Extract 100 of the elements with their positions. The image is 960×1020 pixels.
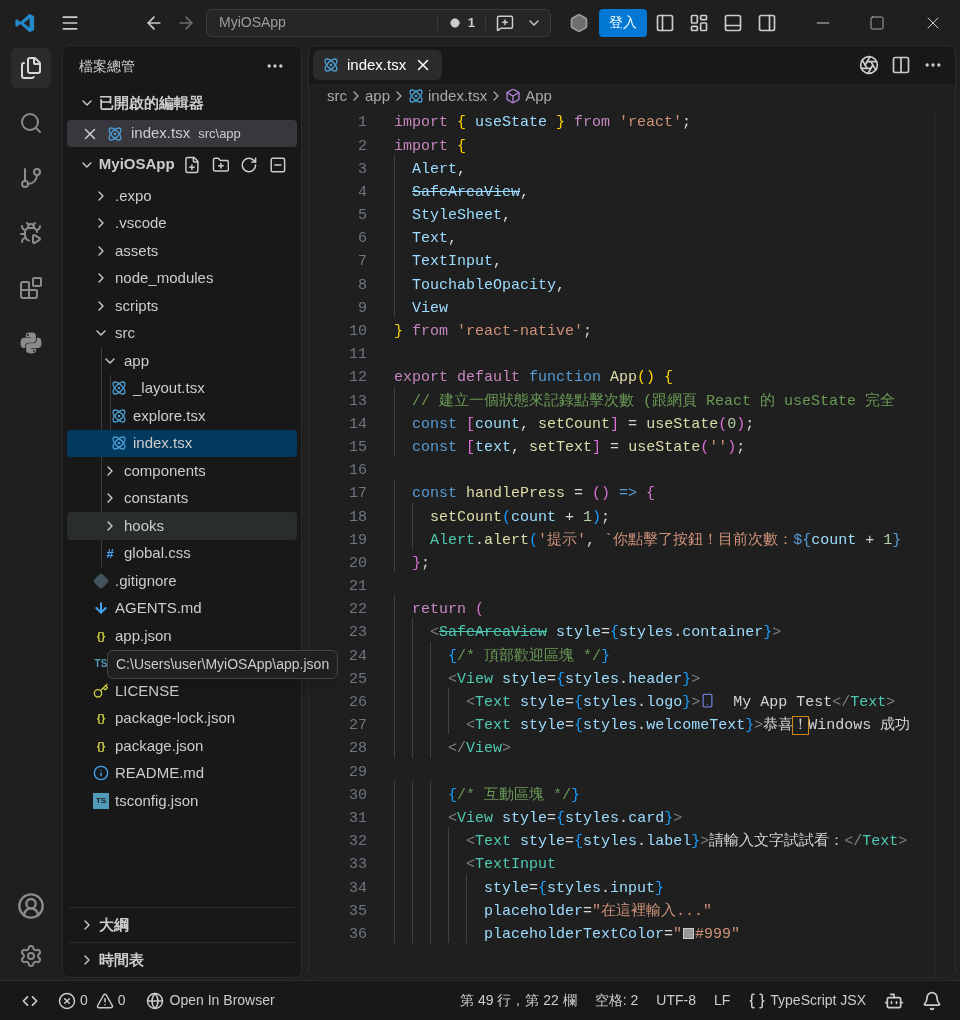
line-number: 28 [348, 739, 367, 760]
folder-row[interactable]: app [67, 347, 297, 375]
maximize-icon[interactable] [869, 14, 885, 31]
line-number: 34 [348, 878, 367, 899]
activity-item[interactable] [11, 48, 51, 88]
files-icon [19, 56, 43, 80]
bug-play-icon [19, 221, 43, 245]
folder-row[interactable]: .vscode [67, 209, 297, 237]
braces-icon: {} [93, 627, 109, 644]
blocks-icon [19, 276, 43, 300]
file-row[interactable]: {} package.json [67, 732, 297, 760]
explorer-title: 檔案總管 [79, 56, 135, 76]
refresh-icon[interactable] [240, 155, 259, 174]
braces-icon [748, 991, 767, 1010]
file-row[interactable]: TS tsconfig.json [67, 787, 297, 815]
line-number: 27 [348, 716, 367, 737]
panel-left-icon[interactable] [655, 12, 675, 33]
collapse-icon[interactable] [269, 155, 287, 174]
error-icon [58, 991, 76, 1010]
editor-tab[interactable]: index.tsx [313, 50, 443, 80]
file-row[interactable]: AGENTS.md [67, 594, 297, 622]
account-icon[interactable] [17, 892, 45, 920]
code-line: </View> [447, 740, 512, 758]
code-line: <SafeAreaView style={styles.container}> [429, 624, 782, 642]
atom-icon [323, 57, 339, 73]
code-line: } from 'react-native'; [394, 323, 593, 341]
file-row[interactable]: _layout.tsx [67, 374, 297, 402]
panel-header[interactable]: 大綱 [69, 907, 295, 942]
code-line: <Text style={styles.label}>請輸入文字試試看：</Text> [465, 833, 908, 851]
code-line: placeholder="在這裡輸入..." [483, 902, 713, 920]
split-editor-icon[interactable] [891, 55, 911, 75]
code-line: // 建立一個狀態來記錄點擊次數 (跟網頁 React 的 useState 完全 [411, 392, 896, 410]
file-row[interactable]: {} package-lock.json [67, 704, 297, 732]
line-number: 8 [357, 275, 367, 296]
code-line: const [text, setText] = useState(''); [411, 438, 746, 456]
folder-row[interactable]: scripts [67, 292, 297, 320]
cursor-position[interactable]: 第 49 行，第 22 欄 [460, 990, 577, 1011]
search-icon [19, 111, 43, 135]
folder-row[interactable]: hooks [67, 512, 297, 540]
code-line: <TextInput [465, 856, 557, 874]
code-line: {/* 互動區塊 */} [447, 786, 581, 804]
code-line: <View style={styles.header}> [447, 670, 701, 688]
language-status[interactable]: TypeScript JSX [748, 990, 866, 1011]
open-editor-item[interactable]: index.tsx src\app [67, 120, 297, 147]
eol-status[interactable]: LF [713, 990, 731, 1011]
indentation-status[interactable]: 空格: 2 [594, 990, 639, 1011]
panel-header[interactable]: 時間表 [69, 942, 295, 977]
new-folder-icon[interactable] [211, 155, 230, 174]
info-icon [93, 765, 109, 782]
line-number: 22 [348, 600, 367, 621]
line-number: 13 [348, 391, 367, 412]
new-file-icon[interactable] [182, 155, 201, 174]
layout-icon[interactable] [689, 12, 709, 33]
panel-bottom-icon[interactable] [723, 12, 743, 33]
folder-row[interactable]: constants [67, 484, 297, 512]
file-row[interactable]: explore.tsx [67, 402, 297, 430]
folder-row[interactable]: node_modules [67, 264, 297, 292]
file-row[interactable]: index.tsx [67, 429, 297, 457]
atom-icon [111, 435, 127, 452]
line-number: 36 [348, 924, 367, 945]
code-line: setCount(count + 1); [429, 508, 611, 526]
folder-row[interactable]: assets [67, 237, 297, 265]
line-number: 12 [348, 368, 367, 389]
line-number: 5 [357, 206, 367, 227]
line-number: 29 [348, 762, 367, 783]
line-number: 31 [348, 808, 367, 829]
folder-row[interactable]: src [67, 319, 297, 347]
line-number: 9 [357, 298, 367, 319]
settings-icon[interactable] [19, 944, 43, 968]
project-header[interactable]: MyiOSApp [63, 147, 301, 182]
code-line: <Text style={styles.welcomeText}>恭喜！Windows 成功 [465, 717, 911, 735]
atom-icon [107, 125, 123, 142]
file-row[interactable]: LICENSE [67, 677, 297, 705]
code-line: SafeAreaView, [411, 183, 530, 201]
hash-icon: # [102, 543, 118, 563]
line-number: 2 [357, 136, 367, 157]
file-row[interactable]: # global.css [67, 539, 297, 567]
panel-right-icon[interactable] [757, 12, 777, 33]
folder-row[interactable]: components [67, 457, 297, 485]
line-number: 25 [348, 669, 367, 690]
breadcrumb-item[interactable]: App [525, 84, 552, 108]
command-center[interactable]: MyiOSApp 1 [206, 8, 551, 37]
encoding-status[interactable]: UTF-8 [656, 990, 696, 1011]
open-in-browser[interactable]: Open In Browser [145, 990, 275, 1011]
aperture-icon[interactable] [859, 55, 879, 75]
breadcrumb-item[interactable]: app [365, 84, 391, 108]
python-icon [19, 331, 43, 355]
folder-row[interactable]: .expo [67, 182, 297, 210]
sign-in-button[interactable]: 登入 [599, 8, 647, 37]
code-line: const [count, setCount] = useState(0); [411, 415, 755, 433]
breadcrumb-item[interactable]: index.tsx [428, 84, 488, 108]
line-number: 15 [348, 437, 367, 458]
bell-icon[interactable] [922, 990, 942, 1011]
file-row[interactable]: {} app.json [67, 622, 297, 650]
section-header[interactable]: 已開啟的編輯器 [63, 86, 301, 120]
problems-status[interactable]: 0 0 [58, 990, 126, 1011]
breadcrumb-item[interactable]: src [327, 84, 347, 108]
file-row[interactable]: .gitignore [67, 567, 297, 595]
line-number: 11 [348, 345, 367, 366]
file-row[interactable]: README.md [67, 759, 297, 787]
